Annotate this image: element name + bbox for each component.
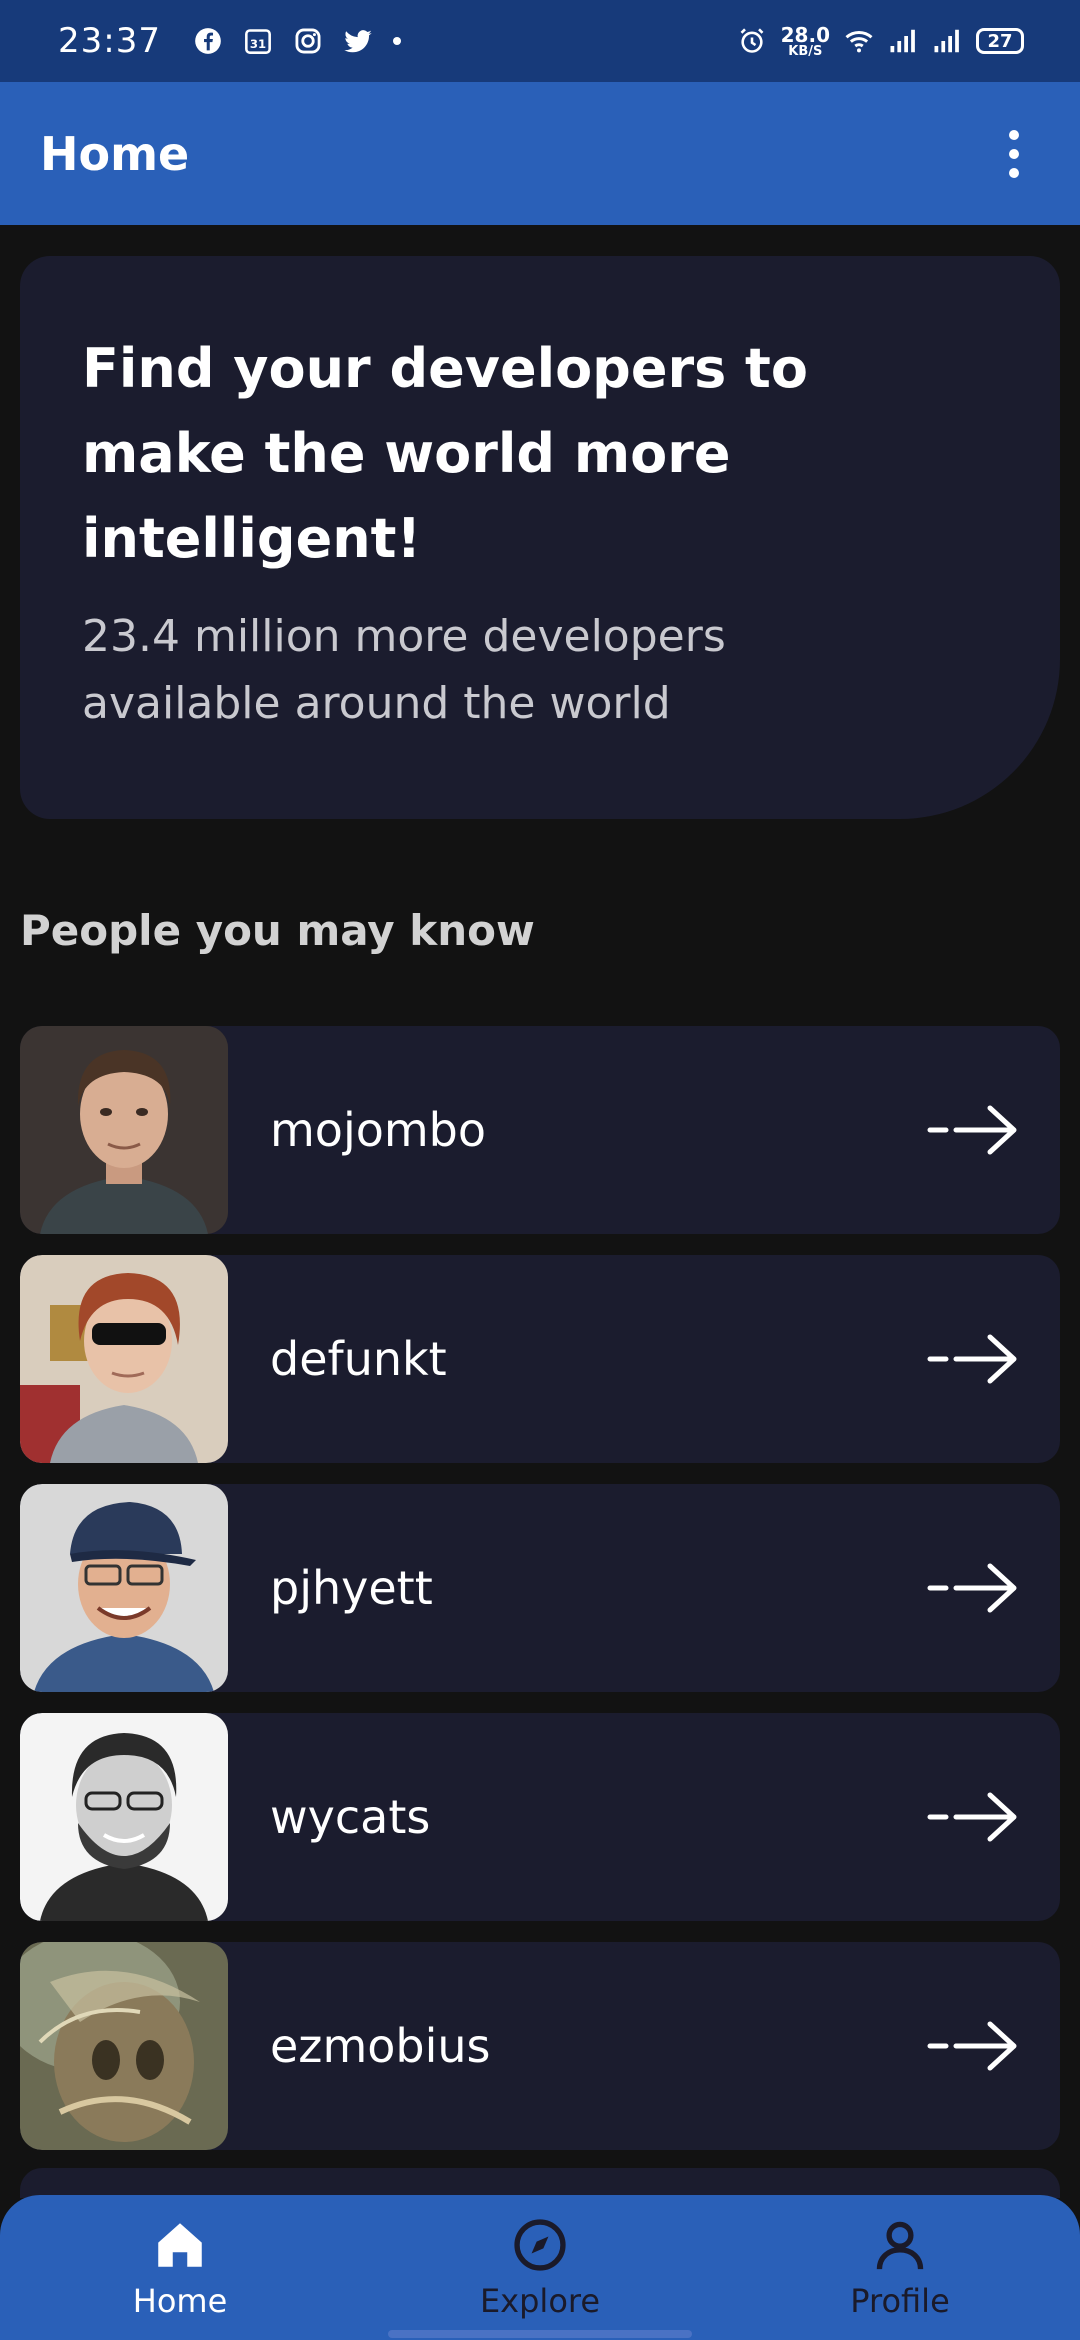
network-speed-unit: KB/S — [788, 43, 823, 59]
arrow-right-icon[interactable] — [926, 1558, 1022, 1618]
username: wycats — [270, 1790, 431, 1844]
arrow-right-icon[interactable] — [926, 1100, 1022, 1160]
avatar — [20, 1484, 228, 1692]
alarm-icon — [737, 26, 767, 56]
username: ezmobius — [270, 2019, 491, 2073]
page-title: Home — [40, 126, 190, 181]
notification-dot — [392, 37, 401, 45]
nav-profile[interactable]: Profile — [720, 2195, 1080, 2340]
home-icon — [158, 2222, 202, 2267]
status-bar: 23:37 31 28.0 KB/S 27 — [0, 0, 1080, 82]
nav-explore-label: Explore — [479, 2281, 601, 2320]
battery-indicator: 27 — [976, 28, 1024, 54]
avatar — [20, 1026, 228, 1234]
nav-explore[interactable]: Explore — [360, 2195, 720, 2340]
facebook-icon — [193, 26, 223, 56]
bottom-navigation: Home Explore Profile — [0, 2195, 1080, 2340]
status-time: 23:37 — [58, 21, 161, 61]
nav-home-label: Home — [132, 2281, 228, 2320]
section-title: People you may know — [20, 906, 535, 955]
avatar — [20, 1255, 228, 1463]
svg-text:31: 31 — [250, 37, 266, 51]
more-vertical-icon[interactable] — [984, 114, 1044, 194]
twitter-icon — [343, 26, 373, 56]
arrow-right-icon[interactable] — [926, 1787, 1022, 1847]
username: defunkt — [270, 1332, 447, 1386]
arrow-right-icon[interactable] — [926, 2016, 1022, 2076]
list-item[interactable]: wycats — [20, 1713, 1060, 1921]
network-speed-value: 28.0 — [780, 22, 830, 47]
list-item-partial[interactable] — [20, 2168, 1060, 2198]
home-indicator[interactable] — [388, 2330, 692, 2338]
hero-title: Find your developers to make the world m… — [82, 337, 808, 570]
person-icon — [876, 2221, 924, 2269]
hero-subtitle: 23.4 million more developers available a… — [82, 611, 726, 729]
signal-icon — [888, 26, 918, 56]
arrow-right-icon[interactable] — [926, 1329, 1022, 1389]
username: pjhyett — [270, 1561, 433, 1615]
list-item[interactable]: mojombo — [20, 1026, 1060, 1234]
hero-card: Find your developers to make the world m… — [20, 256, 1060, 819]
compass-icon — [514, 2218, 566, 2271]
list-item[interactable]: defunkt — [20, 1255, 1060, 1463]
instagram-icon — [293, 26, 323, 56]
wifi-icon — [844, 26, 874, 56]
calendar-icon: 31 — [243, 26, 273, 56]
signal-icon-2 — [932, 26, 962, 56]
app-bar: Home — [0, 82, 1080, 225]
people-list: mojombo defunkt pjhyett wycats ezmobius — [20, 1026, 1060, 2171]
nav-home[interactable]: Home — [0, 2195, 360, 2340]
nav-profile-label: Profile — [850, 2281, 950, 2320]
username: mojombo — [270, 1103, 487, 1157]
list-item[interactable]: pjhyett — [20, 1484, 1060, 1692]
network-speed: 28.0 KB/S — [781, 25, 830, 58]
list-item[interactable]: ezmobius — [20, 1942, 1060, 2150]
avatar — [20, 1942, 228, 2150]
avatar — [20, 1713, 228, 1921]
